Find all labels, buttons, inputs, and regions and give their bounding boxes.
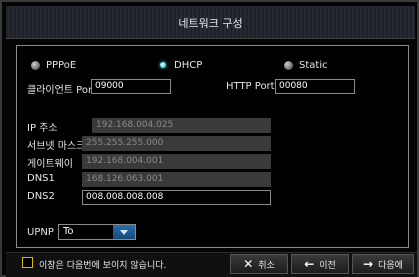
next-label: 다음에 [378, 260, 403, 271]
subnet-field: 255.255.255.000 [82, 136, 271, 151]
ip-field: 192.168.004.025 [92, 118, 271, 133]
http-port-label: HTTP Port [226, 81, 275, 92]
dns1-field: 168.126.063.001 [82, 172, 271, 187]
upnp-value: To [63, 226, 74, 237]
chevron-down-icon[interactable] [113, 225, 135, 239]
radio-pppoe-label: PPPoE [46, 59, 77, 71]
radio-pppoe[interactable]: PPPoE [31, 58, 76, 72]
settings-panel: PPPoE DHCP Static 클라이언트 Port 09000 HTTP … [16, 45, 409, 248]
dont-show-again-label: 이창은 다음번에 보이지 않습니다. [39, 261, 167, 271]
arrow-right-icon: → [363, 257, 374, 271]
radio-button-icon [284, 60, 293, 70]
cancel-label: 취소 [258, 260, 275, 271]
radio-button-icon [31, 60, 40, 70]
dns1-label: DNS1 [27, 173, 55, 184]
radio-static[interactable]: Static [284, 58, 328, 72]
radio-dhcp-label: DHCP [174, 59, 203, 71]
close-icon: ✕ [243, 257, 254, 271]
arrow-left-icon: ← [304, 257, 315, 271]
window-title: 네트워크 구성 [178, 17, 243, 30]
ip-label: IP 주소 [27, 123, 58, 134]
gateway-field: 192.168.004.001 [82, 154, 271, 169]
title-bar: 네트워크 구성 [6, 6, 415, 39]
client-port-label: 클라이언트 Port [27, 85, 97, 96]
next-button[interactable]: → 다음에 [352, 254, 414, 274]
previous-label: 이전 [319, 260, 336, 271]
dns2-label: DNS2 [27, 191, 55, 202]
radio-dhcp[interactable]: DHCP [158, 58, 202, 72]
radio-static-label: Static [299, 59, 328, 71]
upnp-label: UPNP [27, 227, 54, 238]
client-port-field[interactable]: 09000 [91, 79, 171, 94]
radio-selected-icon [160, 62, 166, 68]
dns2-field[interactable]: 008.008.008.008 [82, 190, 271, 205]
network-config-window: 네트워크 구성 PPPoE DHCP Static 클라이언트 Port 090… [0, 0, 419, 277]
previous-button[interactable]: ← 이전 [291, 254, 349, 274]
upnp-select[interactable]: To [58, 224, 136, 240]
http-port-field[interactable]: 00080 [275, 79, 355, 94]
subnet-label: 서브넷 마스크 [27, 141, 86, 152]
cancel-button[interactable]: ✕ 취소 [230, 254, 288, 274]
dont-show-again-checkbox[interactable] [22, 257, 33, 268]
gateway-label: 게이트웨이 [27, 159, 73, 170]
